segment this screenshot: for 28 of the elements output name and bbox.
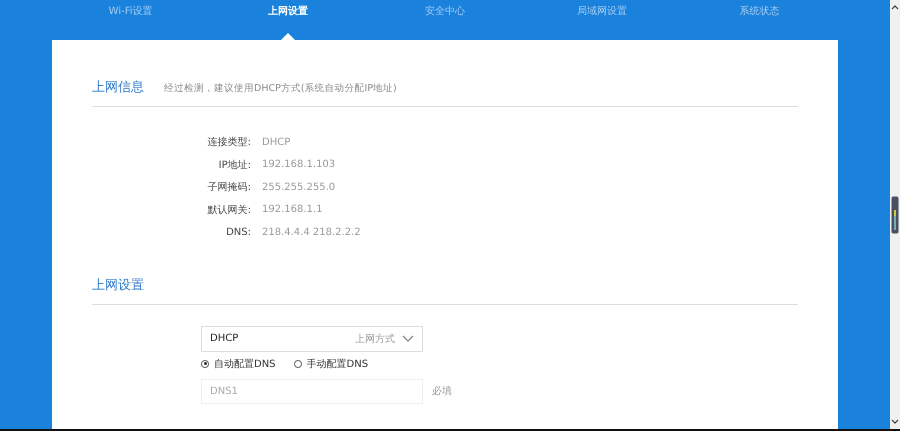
section-title: 上网信息 bbox=[92, 79, 144, 96]
detection-hint: 经过检测，建议使用DHCP方式(系统自动分配IP地址) bbox=[164, 82, 397, 95]
meter-icon bbox=[891, 196, 899, 234]
nav-tab[interactable]: 上网设置 bbox=[268, 4, 308, 18]
field-label: 默认网关: bbox=[206, 204, 251, 217]
dns-radio[interactable]: 自动配置DNS bbox=[201, 356, 276, 370]
field-value: 192.168.1.1 bbox=[262, 204, 322, 216]
nav-tab[interactable]: Wi-Fi设置 bbox=[108, 4, 153, 18]
scroll-down-icon[interactable] bbox=[891, 419, 899, 425]
nav-tab[interactable]: 安全中心 bbox=[425, 4, 465, 18]
field-value: DHCP bbox=[262, 136, 290, 148]
dns1-input-field[interactable]: DNS1 bbox=[201, 378, 423, 404]
field-value: 218.4.4.4 218.2.2.2 bbox=[262, 226, 361, 238]
nav-tab[interactable]: 系统状态 bbox=[739, 4, 780, 18]
field-value: 255.255.255.0 bbox=[262, 182, 336, 193]
required-note: 必填 bbox=[432, 384, 452, 398]
field-label: IP地址: bbox=[218, 158, 251, 172]
scrollbar[interactable] bbox=[890, 0, 900, 429]
dns-radio[interactable]: 手动配置DNS bbox=[294, 356, 368, 370]
field-label: 子网掩码: bbox=[206, 181, 251, 194]
field-label: 连接类型: bbox=[206, 136, 251, 150]
scroll-up-icon[interactable] bbox=[891, 4, 899, 10]
chevron-down-icon bbox=[402, 334, 414, 342]
connection-mode-select[interactable]: DHCP 上网方式 bbox=[201, 326, 423, 352]
field-value: 192.168.1.103 bbox=[262, 159, 336, 170]
field-label: DNS: bbox=[225, 226, 251, 238]
nav-tab[interactable]: 局域网设置 bbox=[577, 4, 628, 18]
section-title: 上网设置 bbox=[92, 276, 144, 294]
